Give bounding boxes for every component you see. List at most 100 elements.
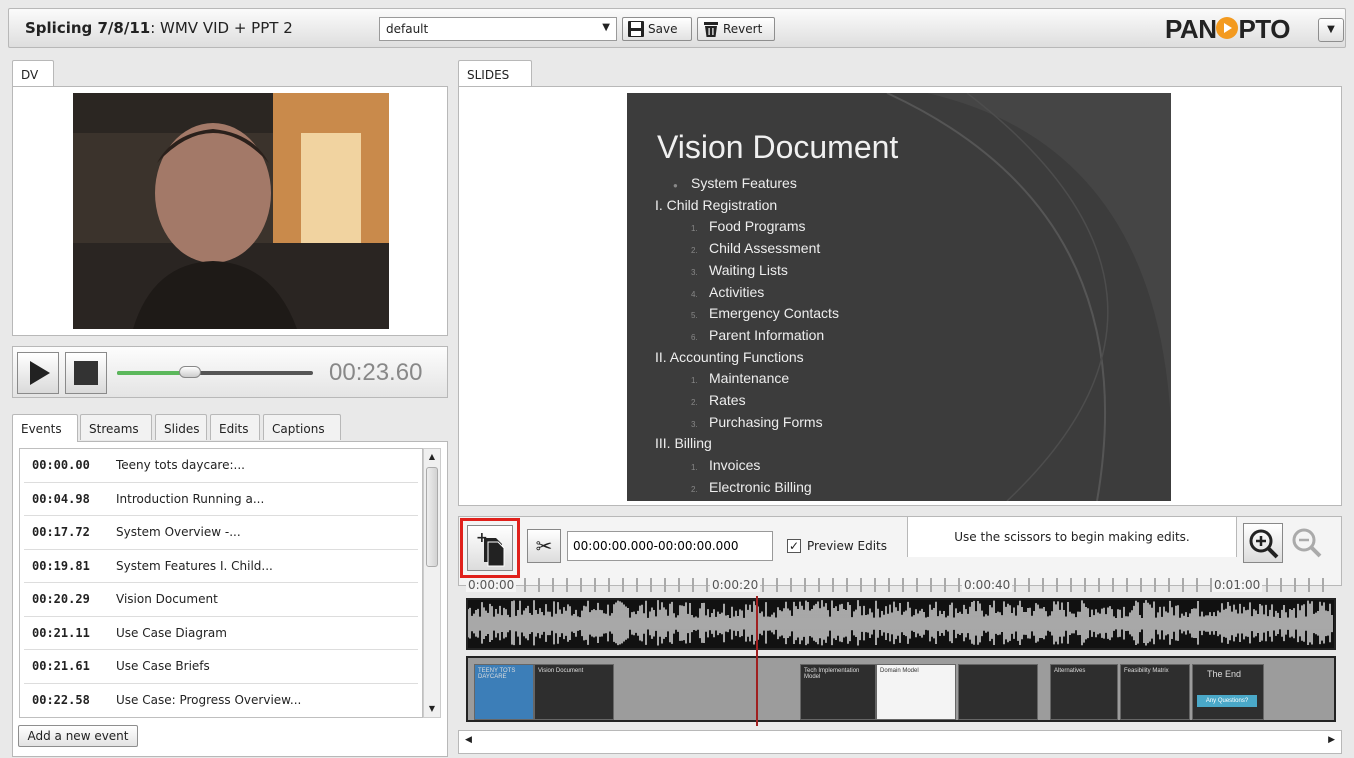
bullet-text: System Features <box>691 175 797 191</box>
ruler-tick <box>790 578 792 592</box>
bullet-number: 4. <box>691 289 698 299</box>
scroll-down-icon[interactable]: ▼ <box>424 701 440 717</box>
ruler-label: 0:00:00 <box>466 578 517 592</box>
scissors-button[interactable]: ✂ <box>527 529 561 563</box>
event-time: 00:21.11 <box>32 625 90 640</box>
tab-events[interactable]: Events <box>12 414 78 442</box>
ruler-tick <box>1168 578 1170 592</box>
bullet-text: Invoices <box>709 457 761 474</box>
event-title: Teeny tots daycare:... <box>116 458 245 473</box>
menu-dropdown-button[interactable]: ▼ <box>1318 18 1344 42</box>
zoom-in-button[interactable] <box>1243 523 1283 563</box>
timeline-playhead[interactable] <box>756 596 758 726</box>
tab-dv[interactable]: DV <box>12 60 54 86</box>
ruler-tick <box>1140 578 1142 592</box>
tab-edits[interactable]: Edits <box>210 414 260 440</box>
ruler-tick <box>1098 578 1100 592</box>
list-item[interactable]: 00:19.81 System Features I. Child... <box>24 550 418 583</box>
slide-bullet: 1. Maintenance <box>691 370 789 386</box>
ruler-tick <box>846 578 848 592</box>
slide-thumbnail[interactable]: The End Any Questions? <box>1192 664 1264 720</box>
revert-button[interactable]: Revert <box>697 17 775 41</box>
slide-thumbnail[interactable]: Tech Implementation Model <box>800 664 876 720</box>
ruler-tick <box>776 578 778 592</box>
ruler-tick <box>916 578 918 592</box>
slide-thumbnail-strip[interactable]: TEENY TOTS DAYCARE Vision Document Tech Im… <box>466 656 1336 722</box>
list-item[interactable]: 00:21.61 Use Case Briefs <box>24 650 418 684</box>
slide-thumbnail[interactable]: Feasibility Matrix <box>1120 664 1190 720</box>
ruler-tick <box>1126 578 1128 592</box>
slide-bullet: 2. Rates <box>691 392 746 408</box>
stop-button[interactable] <box>65 352 107 394</box>
layout-dropdown[interactable]: default ▼ <box>379 17 617 41</box>
seek-slider[interactable] <box>117 366 313 378</box>
ruler-tick <box>930 578 932 592</box>
event-title: Introduction Running a... <box>116 491 265 506</box>
zoom-out-icon <box>1292 528 1322 558</box>
ruler-tick <box>594 578 596 592</box>
slide-thumbnail[interactable]: Domain Model <box>876 664 956 720</box>
preview-edits-checkbox[interactable]: ✓ <box>787 539 801 553</box>
timeline-scrollbar[interactable]: ◀ ▶ <box>458 730 1342 754</box>
list-item[interactable]: 00:04.98 Introduction Running a... <box>24 483 418 516</box>
scroll-left-icon[interactable]: ◀ <box>465 735 472 745</box>
ruler-tick <box>1056 578 1058 592</box>
list-item[interactable]: 00:21.11 Use Case Diagram <box>24 617 418 650</box>
tab-streams[interactable]: Streams <box>80 414 152 440</box>
ruler-tick <box>1322 578 1324 592</box>
scroll-thumb[interactable] <box>426 467 438 567</box>
list-item[interactable]: 00:20.29 Vision Document <box>24 583 418 617</box>
panopto-logo: PAN PTO <box>1165 14 1290 45</box>
slide-thumbnail[interactable]: Vision Document <box>534 664 614 720</box>
events-scrollbar[interactable]: ▲ ▼ <box>423 448 441 718</box>
time-display: 00:23.60 <box>329 359 423 386</box>
edit-range-input[interactable] <box>567 531 773 561</box>
timeline-ruler[interactable]: 0:00:00 0:00:20 0:00:40 0:01:00 <box>466 574 1336 594</box>
waveform-path <box>468 600 1333 646</box>
list-item[interactable]: 00:00.00 Teeny tots daycare:... <box>24 449 418 483</box>
list-item[interactable]: 00:17.72 System Overview -... <box>24 516 418 550</box>
chevron-down-icon: ▼ <box>1327 24 1335 35</box>
bullet-number: ● <box>673 181 678 190</box>
tab-slides[interactable]: Slides <box>155 414 207 440</box>
slide-thumbnail[interactable]: TEENY TOTS DAYCARE <box>474 664 534 720</box>
slide-thumbnail[interactable]: Alternatives <box>1050 664 1118 720</box>
events-list: 00:00.00 Teeny tots daycare:... 00:04.98 I… <box>19 448 423 718</box>
revert-label: Revert <box>723 22 763 36</box>
save-button[interactable]: Save <box>622 17 692 41</box>
ruler-tick <box>580 578 582 592</box>
ruler-tick <box>608 578 610 592</box>
slide-bullet: 6. Parent Information <box>691 327 824 343</box>
audio-waveform[interactable] <box>466 598 1336 650</box>
ruler-tick <box>538 578 540 592</box>
scroll-up-icon[interactable]: ▲ <box>424 449 440 465</box>
tab-captions[interactable]: Captions <box>263 414 341 440</box>
save-label: Save <box>648 22 678 36</box>
scroll-right-icon[interactable]: ▶ <box>1328 735 1335 745</box>
tab-slides-view[interactable]: SLIDES <box>458 60 532 86</box>
session-subtitle: : WMV VID + PPT 2 <box>150 19 293 37</box>
seek-thumb[interactable] <box>178 366 201 378</box>
slide-bullet: 3. Waiting Lists <box>691 262 788 278</box>
logo-text-left: PAN <box>1165 14 1217 44</box>
ruler-tick <box>1084 578 1086 592</box>
event-title: System Features I. Child... <box>116 558 273 573</box>
ruler-tick <box>1294 578 1296 592</box>
slide-bullet: II. Accounting Functions <box>655 349 804 365</box>
slide-preview: Vision Document ● System Features I. Child… <box>627 93 1171 501</box>
slide-thumbnail[interactable] <box>958 664 1038 720</box>
zoom-out-button[interactable] <box>1287 523 1327 563</box>
play-button[interactable] <box>17 352 59 394</box>
list-item[interactable]: 00:22.58 Use Case: Progress Overview... <box>24 684 418 718</box>
bullet-number: 6. <box>691 332 698 342</box>
slides-panel: Vision Document ● System Features I. Child… <box>458 86 1342 506</box>
layout-dropdown-value: default <box>386 22 429 36</box>
thumbnail-title: Tech Implementation Model <box>804 668 860 680</box>
ruler-tick <box>944 578 946 592</box>
slide-bullet: I. Child Registration <box>655 197 777 213</box>
ruler-tick <box>1028 578 1030 592</box>
add-slide-button[interactable]: + <box>467 525 513 571</box>
ruler-tick <box>1196 578 1198 592</box>
add-event-button[interactable]: Add a new event <box>18 725 138 747</box>
add-page-icon: + <box>476 530 505 567</box>
